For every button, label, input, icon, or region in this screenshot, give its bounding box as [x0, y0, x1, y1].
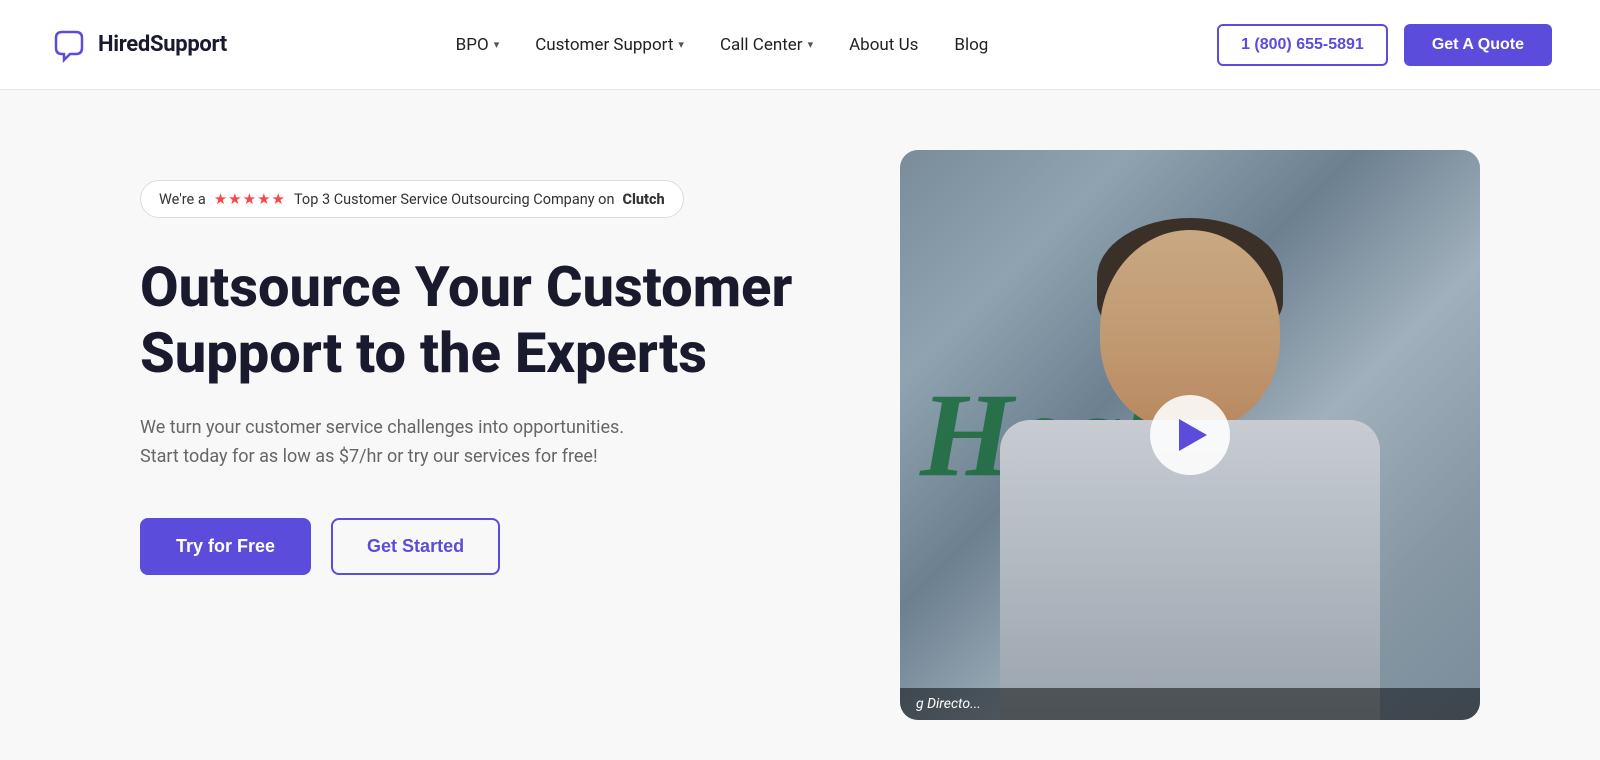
customer-support-chevron-icon: ▾	[678, 38, 684, 51]
badge-post-text: Top 3 Customer Service Outsourcing Compa…	[294, 191, 614, 208]
navbar: HiredSupport BPO ▾ Customer Support ▾ Ca…	[0, 0, 1600, 90]
hero-subtitle: We turn your customer service challenges…	[140, 414, 660, 472]
play-button[interactable]	[1150, 395, 1230, 475]
hero-content: We're a ★★★★★ Top 3 Customer Service Out…	[140, 150, 840, 575]
clutch-brand: Clutch	[622, 191, 664, 208]
hero-cta-group: Try for Free Get Started	[140, 518, 840, 575]
nav-links: BPO ▾ Customer Support ▾ Call Center ▾ A…	[456, 35, 989, 55]
play-icon	[1179, 419, 1207, 451]
nav-customer-support[interactable]: Customer Support ▾	[535, 35, 684, 55]
nav-about-us[interactable]: About Us	[849, 35, 918, 55]
hero-video-container[interactable]: Healt g Directo...	[900, 150, 1480, 720]
nav-cta-group: 1 (800) 655-5891 Get A Quote	[1217, 24, 1552, 66]
get-quote-button[interactable]: Get A Quote	[1404, 24, 1552, 66]
get-started-button[interactable]: Get Started	[331, 518, 500, 575]
logo-container[interactable]: HiredSupport	[48, 24, 227, 66]
nav-call-center[interactable]: Call Center ▾	[720, 35, 813, 55]
hero-title: Outsource Your Customer Support to the E…	[140, 254, 840, 386]
badge-pre-text: We're a	[159, 191, 206, 208]
logo-icon	[48, 24, 90, 66]
video-caption: g Directo...	[900, 688, 1480, 720]
nav-bpo[interactable]: BPO ▾	[456, 35, 500, 55]
rating-badge: We're a ★★★★★ Top 3 Customer Service Out…	[140, 180, 684, 218]
star-rating: ★★★★★	[214, 190, 286, 208]
nav-blog[interactable]: Blog	[954, 35, 988, 55]
video-overlay: Healt g Directo...	[900, 150, 1480, 720]
bpo-chevron-icon: ▾	[494, 38, 500, 51]
brand-name: HiredSupport	[98, 32, 227, 57]
hero-section: We're a ★★★★★ Top 3 Customer Service Out…	[0, 90, 1600, 760]
call-center-chevron-icon: ▾	[808, 38, 814, 51]
try-free-button[interactable]: Try for Free	[140, 518, 311, 575]
phone-button[interactable]: 1 (800) 655-5891	[1217, 24, 1388, 66]
